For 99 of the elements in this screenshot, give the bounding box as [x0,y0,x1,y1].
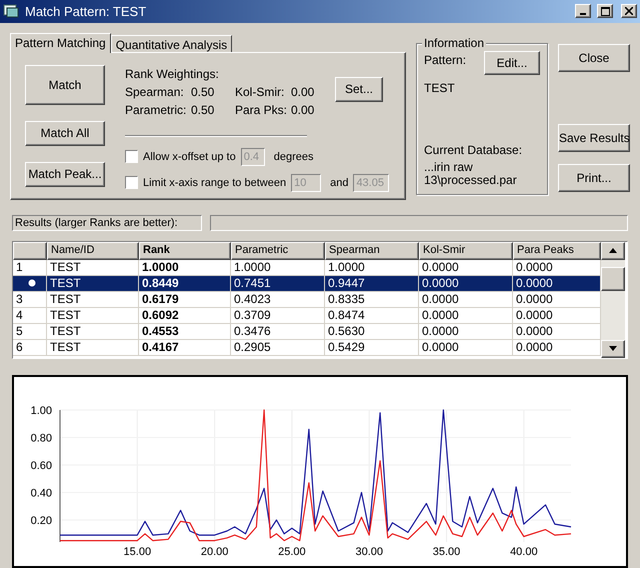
table-cell: 0.8474 [325,308,419,323]
minimize-icon [580,13,586,16]
x-tick-label: 15.00 [124,546,152,558]
match-button[interactable]: Match [25,64,105,105]
close-button[interactable] [621,4,637,18]
pattern-label: Pattern: [424,52,466,69]
scrollbar[interactable] [601,242,625,358]
database-label: Current Database: [424,142,524,159]
column-header[interactable]: Kol-Smir [419,242,513,260]
edit-button[interactable]: Edit... [484,50,540,75]
column-header[interactable]: Spearman [325,242,419,260]
tab[interactable]: Quantitative Analysis [110,34,232,52]
table-row[interactable]: 1 TEST 1.0000 1.0000 1.0000 0.0000 0.0000 [13,260,601,276]
table-cell: 0.4167 [139,340,231,355]
option-label: Limit x-axis range to between [143,176,286,191]
table-cell: 0.0000 [419,308,513,323]
table-cell: TEST [47,260,139,275]
set-button[interactable]: Set... [335,76,383,102]
tab[interactable]: Pattern Matching [10,32,111,53]
table-cell: TEST [47,308,139,323]
rank-weightings-label: Rank Weightings: [125,66,220,83]
weight-label: Kol-Smir: [235,84,286,101]
column-header[interactable]: Para Peaks [513,242,601,260]
weight-value: 0.50 [191,102,216,119]
row-header: 4 [13,308,47,323]
x-tick-label: 20.00 [200,546,228,558]
table-cell: 1.0000 [139,260,231,275]
table-row[interactable]: TEST 0.8449 0.7451 0.9447 0.0000 0.0000 [13,276,601,292]
weight-label: Parametric: [125,102,188,119]
print-button[interactable]: Print... [558,164,630,192]
maximize-icon [600,6,610,16]
table-cell: 0.5630 [325,324,419,339]
and-label: and [330,176,348,191]
maximize-button[interactable] [597,4,613,18]
y-tick-label: 0.60 [30,460,52,472]
window-title: Match Pattern: TEST [25,2,148,21]
row-header: 1 [13,260,47,275]
weight-label: Para Pks: [235,102,288,119]
weight-value: 0.00 [291,84,316,101]
table-cell: 0.3709 [231,308,325,323]
match-peak-button[interactable]: Match Peak... [25,162,105,187]
table-cell: 0.0000 [419,276,513,291]
scroll-down-icon[interactable] [609,346,617,352]
scroll-thumb[interactable] [601,266,625,291]
table-cell: 0.0000 [419,292,513,307]
scroll-up-icon[interactable] [609,248,617,254]
table-cell: 0.8335 [325,292,419,307]
row-header: 3 [13,292,47,307]
table-cell: TEST [47,340,139,355]
column-header[interactable]: Parametric [231,242,325,260]
weight-value: 0.50 [191,84,216,101]
pattern-name: TEST [424,80,456,97]
table-cell: 0.0000 [419,324,513,339]
match-all-button[interactable]: Match All [25,120,105,146]
table-cell: 0.6179 [139,292,231,307]
table-row[interactable]: 5 TEST 0.4553 0.3476 0.5630 0.0000 0.0000 [13,324,601,340]
group-title: Information [422,36,486,50]
table-cell: TEST [47,324,139,339]
table-cell: TEST [47,276,139,291]
column-header[interactable]: Rank [139,242,231,260]
y-tick-label: 0.20 [30,514,52,527]
record-pointer-icon [28,279,36,288]
row-header: 5 [13,324,47,339]
table-cell: 0.2905 [231,340,325,355]
table-cell: 0.6092 [139,308,231,323]
close-icon [625,7,633,16]
y-tick-label: 0.80 [30,432,52,444]
x-tick-label: 25.00 [278,546,306,558]
x-tick-label: 35.00 [432,546,460,558]
option-label: Allow x-offset up to [143,150,236,165]
table-cell: 0.0000 [419,260,513,275]
table-cell: 1.0000 [325,260,419,275]
table-row[interactable]: 3 TEST 0.6179 0.4023 0.8335 0.0000 0.0000 [13,292,601,308]
window-app-icon [3,3,19,20]
close-dialog-button[interactable]: Close [558,44,630,72]
column-header[interactable]: Name/ID [47,242,139,260]
table-cell: 0.5429 [325,340,419,355]
table-cell: 0.7451 [231,276,325,291]
weight-label: Spearman: [125,84,185,101]
x-tick-label: 40.00 [510,546,538,558]
row-header: 6 [13,340,47,355]
database-path: ...irin raw 13\processed.par [424,160,518,187]
table-row[interactable]: 4 TEST 0.6092 0.3709 0.8474 0.0000 0.0000 [13,308,601,324]
table-cell: 0.4553 [139,324,231,339]
weight-value: 0.00 [291,102,316,119]
units-label: degrees [274,150,314,165]
x-tick-label: 30.00 [355,546,383,558]
table-cell: 0.3476 [231,324,325,339]
table-cell: 0.0000 [419,340,513,355]
y-tick-label: 0.40 [30,487,52,500]
table-cell: 0.4023 [231,292,325,307]
table-cell: 0.9447 [325,276,419,291]
table-cell: TEST [47,292,139,307]
table-row[interactable]: 6 TEST 0.4167 0.2905 0.5429 0.0000 0.0000 [13,340,601,356]
table-cell: 1.0000 [231,260,325,275]
results-label: Results (larger Ranks are better): [12,214,202,231]
table-cell: 0.8449 [139,276,231,291]
minimize-button[interactable] [575,4,591,18]
y-tick-label: 1.00 [30,404,52,417]
